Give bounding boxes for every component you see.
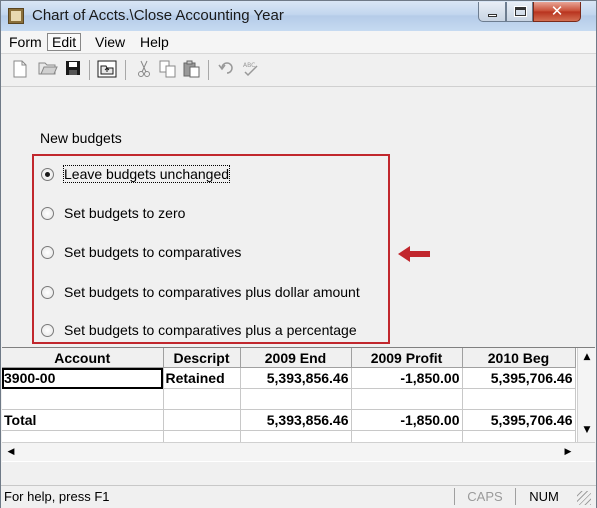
up-folder-icon[interactable] [97, 60, 117, 80]
menu-bar: Form Edit View Help [1, 31, 596, 54]
radio-button[interactable] [41, 207, 54, 220]
table-row [2, 388, 576, 410]
table-row: 3900-00 Retained 5,393,856.46 -1,850.00 … [2, 367, 576, 389]
minimize-icon [488, 14, 497, 17]
table-cell[interactable] [163, 409, 241, 431]
new-document-icon[interactable] [10, 60, 30, 80]
option-label: Set budgets to comparatives [64, 244, 242, 260]
title-bar[interactable]: Chart of Accts.\Close Accounting Year ✕ [1, 1, 596, 31]
num-indicator: NUM [515, 488, 572, 505]
table-row: Total 5,393,856.46 -1,850.00 5,395,706.4… [2, 409, 576, 431]
option-label: Leave budgets unchanged [62, 165, 231, 183]
minimize-button[interactable] [478, 2, 506, 22]
table-cell[interactable] [240, 388, 352, 410]
toolbar-separator [89, 60, 90, 80]
status-bar: For help, press F1 CAPS NUM [1, 485, 596, 508]
column-header-2010-beg[interactable]: 2010 Beg [462, 348, 576, 368]
table-cell[interactable] [462, 388, 576, 410]
svg-text:ABC: ABC [243, 62, 255, 69]
scroll-left-icon[interactable]: ◀ [5, 446, 17, 458]
table-cell[interactable] [163, 388, 241, 410]
toolbar: ABC [1, 54, 596, 87]
option-label: Set budgets to comparatives plus dollar … [64, 284, 360, 300]
app-window: Chart of Accts.\Close Accounting Year ✕ … [0, 0, 597, 508]
toolbar-separator [208, 60, 209, 80]
scroll-up-icon[interactable]: ▲ [581, 352, 593, 362]
vertical-scrollbar[interactable]: ▲ ▼ [577, 348, 596, 442]
menu-form[interactable]: Form [5, 33, 46, 51]
undo-icon[interactable] [217, 60, 237, 80]
table-cell[interactable]: Retained [163, 367, 241, 389]
open-folder-icon[interactable] [38, 60, 58, 80]
status-help-text: For help, press F1 [4, 489, 110, 504]
table-cell[interactable] [351, 388, 463, 410]
column-header-2009-end[interactable]: 2009 End [240, 348, 352, 368]
menu-view[interactable]: View [91, 33, 129, 51]
accounts-grid: Account Descript 2009 End 2009 Profit 20… [2, 347, 596, 462]
column-header-2009-profit[interactable]: 2009 Profit [351, 348, 463, 368]
column-header-descript[interactable]: Descript [163, 348, 241, 368]
paste-icon[interactable] [182, 60, 202, 80]
new-budgets-label: New budgets [40, 130, 122, 146]
option-label: Set budgets to comparatives plus a perce… [64, 322, 357, 338]
menu-help[interactable]: Help [136, 33, 173, 51]
table-cell[interactable]: 5,393,856.46 [240, 367, 352, 389]
toolbar-separator [125, 60, 126, 80]
close-button[interactable]: ✕ [533, 2, 581, 22]
maximize-button[interactable] [506, 2, 533, 22]
table-cell[interactable]: 5,395,706.46 [462, 409, 576, 431]
cut-icon[interactable] [134, 60, 154, 80]
caps-indicator: CAPS [454, 488, 515, 505]
radio-button[interactable] [41, 324, 54, 337]
app-icon[interactable] [8, 8, 24, 24]
option-label: Set budgets to zero [64, 205, 186, 221]
accounts-table: Account Descript 2009 End 2009 Profit 20… [2, 348, 576, 452]
radio-button-checked[interactable] [41, 168, 54, 181]
table-cell[interactable]: 5,393,856.46 [240, 409, 352, 431]
spellcheck-icon[interactable]: ABC [241, 60, 261, 80]
save-icon[interactable] [63, 60, 83, 80]
table-cell[interactable]: 3900-00 [2, 367, 164, 389]
table-cell[interactable]: -1,850.00 [351, 409, 463, 431]
menu-edit[interactable]: Edit [47, 33, 82, 51]
red-arrow-icon [398, 246, 430, 262]
resize-grip-icon[interactable] [577, 491, 591, 505]
table-cell[interactable]: -1,850.00 [351, 367, 463, 389]
scroll-down-icon[interactable]: ▼ [581, 425, 593, 435]
scroll-right-icon[interactable]: ▶ [562, 446, 574, 458]
table-cell[interactable]: 5,395,706.46 [462, 367, 576, 389]
radio-button[interactable] [41, 286, 54, 299]
window-title: Chart of Accts.\Close Accounting Year [32, 7, 284, 24]
horizontal-scrollbar[interactable]: ◀ ▶ [2, 442, 595, 461]
table-cell[interactable] [2, 388, 164, 410]
maximize-icon [514, 6, 527, 17]
table-cell[interactable]: Total [2, 409, 164, 431]
copy-icon[interactable] [158, 60, 178, 80]
close-icon: ✕ [550, 2, 564, 20]
table-header-row: Account Descript 2009 End 2009 Profit 20… [2, 348, 576, 368]
column-header-account[interactable]: Account [2, 348, 164, 368]
radio-button[interactable] [41, 246, 54, 259]
